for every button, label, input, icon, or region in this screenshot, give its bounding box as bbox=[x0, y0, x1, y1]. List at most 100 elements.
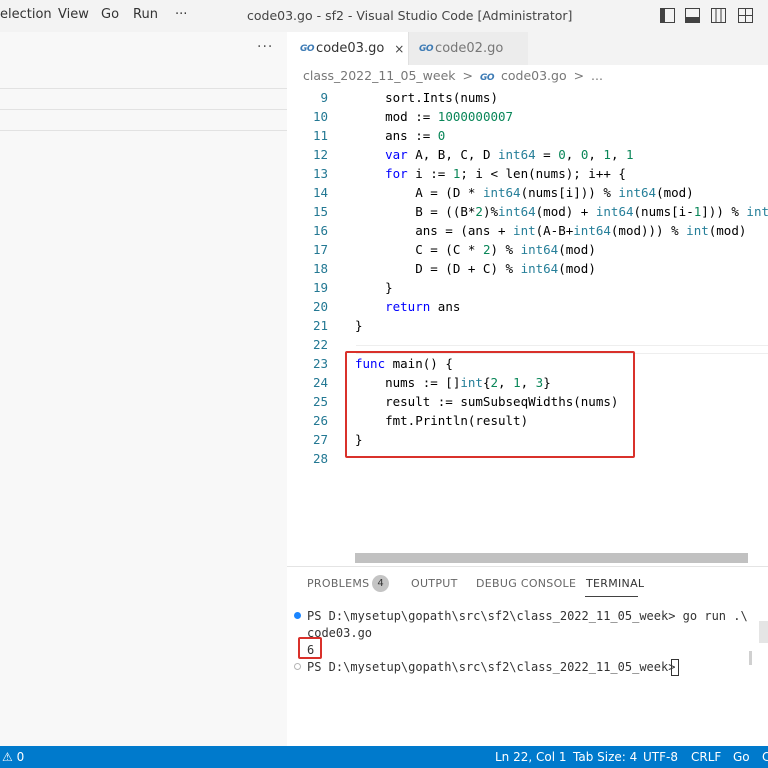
go-file-icon: GO bbox=[419, 43, 434, 54]
code-text: } bbox=[355, 318, 363, 333]
terminal-cursor bbox=[671, 659, 679, 676]
command-success-icon[interactable] bbox=[294, 612, 301, 619]
code-text: } bbox=[355, 280, 393, 295]
line-number: 23 bbox=[312, 356, 328, 371]
tab-label: code03.go bbox=[316, 41, 385, 56]
tab-code03[interactable]: GO code03.go × bbox=[287, 32, 408, 65]
go-file-icon: GO bbox=[479, 73, 495, 83]
menu-selection[interactable]: election bbox=[0, 7, 52, 22]
code-text: C = (C * 2) % int64(mod) bbox=[355, 242, 596, 257]
menu-go[interactable]: Go bbox=[101, 7, 119, 22]
code-line[interactable]: 20 return ans bbox=[287, 297, 768, 316]
tab-problems[interactable]: PROBLEMS bbox=[307, 577, 369, 590]
annotation-highlight-box bbox=[345, 351, 635, 458]
tab-label: code02.go bbox=[435, 41, 504, 56]
code-text: B = ((B*2)%int64(mod) + int64(nums[i-1])… bbox=[355, 204, 768, 219]
line-number: 26 bbox=[312, 413, 328, 428]
toggle-panel-icon[interactable] bbox=[685, 8, 700, 23]
line-number: 21 bbox=[312, 318, 328, 333]
line-number: 20 bbox=[312, 299, 328, 314]
window-title: code03.go - sf2 - Visual Studio Code [Ad… bbox=[247, 8, 573, 23]
tab-size[interactable]: Tab Size: 4 bbox=[573, 750, 637, 764]
status-more[interactable]: C bbox=[762, 750, 768, 764]
line-number: 22 bbox=[312, 337, 328, 352]
code-line[interactable]: 18 D = (D + C) % int64(mod) bbox=[287, 259, 768, 278]
line-number: 11 bbox=[312, 128, 328, 143]
code-text: ans = (ans + int(A-B+int64(mod))) % int(… bbox=[355, 223, 747, 238]
editor-tab-bar: GO code03.go × GO code02.go bbox=[287, 32, 768, 65]
chevron-right-icon: > bbox=[462, 68, 473, 83]
cursor-position[interactable]: Ln 22, Col 1 bbox=[495, 750, 567, 764]
terminal-command-line: PS D:\mysetup\gopath\src\sf2\class_2022_… bbox=[307, 609, 748, 623]
code-line[interactable]: 19 } bbox=[287, 278, 768, 297]
active-tab-indicator bbox=[585, 596, 638, 597]
code-line[interactable]: 11 ans := 0 bbox=[287, 126, 768, 145]
code-line[interactable]: 21} bbox=[287, 316, 768, 335]
toggle-secondary-sidebar-icon[interactable] bbox=[711, 8, 726, 23]
end-of-line[interactable]: CRLF bbox=[691, 750, 721, 764]
line-number: 18 bbox=[312, 261, 328, 276]
code-line[interactable]: 10 mod := 1000000007 bbox=[287, 107, 768, 126]
breadcrumb-folder[interactable]: class_2022_11_05_week bbox=[303, 68, 456, 83]
code-line[interactable]: 9 sort.Ints(nums) bbox=[287, 88, 768, 107]
line-number: 14 bbox=[312, 185, 328, 200]
status-bar: ⚠ 0 Ln 22, Col 1 Tab Size: 4 UTF-8 CRLF … bbox=[0, 746, 768, 768]
title-bar: election View Go Run ··· code03.go - sf2… bbox=[0, 0, 768, 32]
encoding[interactable]: UTF-8 bbox=[643, 750, 678, 764]
go-file-icon: GO bbox=[300, 43, 315, 54]
sidebar-divider bbox=[0, 88, 287, 89]
line-number: 25 bbox=[312, 394, 328, 409]
code-text: var A, B, C, D int64 = 0, 0, 1, 1 bbox=[385, 147, 634, 162]
line-number: 12 bbox=[312, 147, 328, 162]
code-line[interactable]: 16 ans = (ans + int(A-B+int64(mod))) % i… bbox=[287, 221, 768, 240]
breadcrumb-symbol[interactable]: ... bbox=[591, 68, 603, 83]
tab-debug-console[interactable]: DEBUG CONSOLE bbox=[476, 577, 576, 590]
line-number: 13 bbox=[312, 166, 328, 181]
tab-code02[interactable]: GO code02.go bbox=[408, 32, 528, 65]
line-number: 16 bbox=[312, 223, 328, 238]
line-number: 17 bbox=[312, 242, 328, 257]
close-icon[interactable]: × bbox=[394, 42, 404, 56]
code-line[interactable]: 13 for i := 1; i < len(nums); i++ { bbox=[287, 164, 768, 183]
code-text: mod := 1000000007 bbox=[355, 109, 514, 124]
code-text: return ans bbox=[385, 299, 461, 314]
tab-terminal[interactable]: TERMINAL bbox=[586, 577, 644, 590]
sidebar-divider bbox=[0, 109, 287, 110]
problems-count-badge: 4 bbox=[372, 575, 389, 592]
breadcrumb-file[interactable]: code03.go bbox=[501, 68, 567, 83]
tab-output[interactable]: OUTPUT bbox=[411, 577, 458, 590]
output-highlight-box bbox=[298, 637, 322, 659]
menu-run[interactable]: Run bbox=[133, 7, 158, 22]
code-line[interactable]: 15 B = ((B*2)%int64(mod) + int64(nums[i-… bbox=[287, 202, 768, 221]
terminal-scroll-marker bbox=[749, 651, 752, 665]
menu-view[interactable]: View bbox=[58, 7, 89, 22]
line-number: 10 bbox=[312, 109, 328, 124]
terminal-scrollbar[interactable] bbox=[759, 621, 768, 643]
toggle-primary-sidebar-icon[interactable] bbox=[660, 8, 675, 23]
code-line[interactable]: 14 A = (D * int64(nums[i])) % int64(mod) bbox=[287, 183, 768, 202]
code-text: A = (D * int64(nums[i])) % int64(mod) bbox=[355, 185, 694, 200]
sidebar-more-actions-icon[interactable]: ··· bbox=[257, 39, 273, 55]
bottom-panel bbox=[287, 566, 768, 746]
code-text: D = (D + C) % int64(mod) bbox=[355, 261, 596, 276]
language-mode[interactable]: Go bbox=[733, 750, 750, 764]
command-pending-icon bbox=[294, 663, 301, 670]
code-text: ans := 0 bbox=[355, 128, 446, 143]
line-number: 19 bbox=[312, 280, 328, 295]
problems-status[interactable]: ⚠ 0 bbox=[2, 750, 24, 764]
terminal-prompt: PS D:\mysetup\gopath\src\sf2\class_2022_… bbox=[307, 660, 676, 674]
menu-more[interactable]: ··· bbox=[175, 7, 187, 22]
breadcrumb: class_2022_11_05_week > GO code03.go > .… bbox=[303, 68, 606, 83]
line-number: 15 bbox=[312, 204, 328, 219]
chevron-right-icon: > bbox=[573, 68, 585, 83]
sidebar-divider bbox=[0, 130, 287, 131]
line-number: 9 bbox=[320, 90, 328, 105]
customize-layout-icon[interactable] bbox=[738, 8, 753, 23]
line-number: 28 bbox=[312, 451, 328, 466]
horizontal-scrollbar[interactable] bbox=[355, 553, 748, 563]
code-line[interactable]: 12 var A, B, C, D int64 = 0, 0, 1, 1 bbox=[287, 145, 768, 164]
code-line[interactable]: 17 C = (C * 2) % int64(mod) bbox=[287, 240, 768, 259]
code-editor[interactable]: 9 sort.Ints(nums) 10 mod := 1000000007 11 … bbox=[287, 88, 768, 566]
line-number: 27 bbox=[312, 432, 328, 447]
code-text: for i := 1; i < len(nums); i++ { bbox=[385, 166, 626, 181]
